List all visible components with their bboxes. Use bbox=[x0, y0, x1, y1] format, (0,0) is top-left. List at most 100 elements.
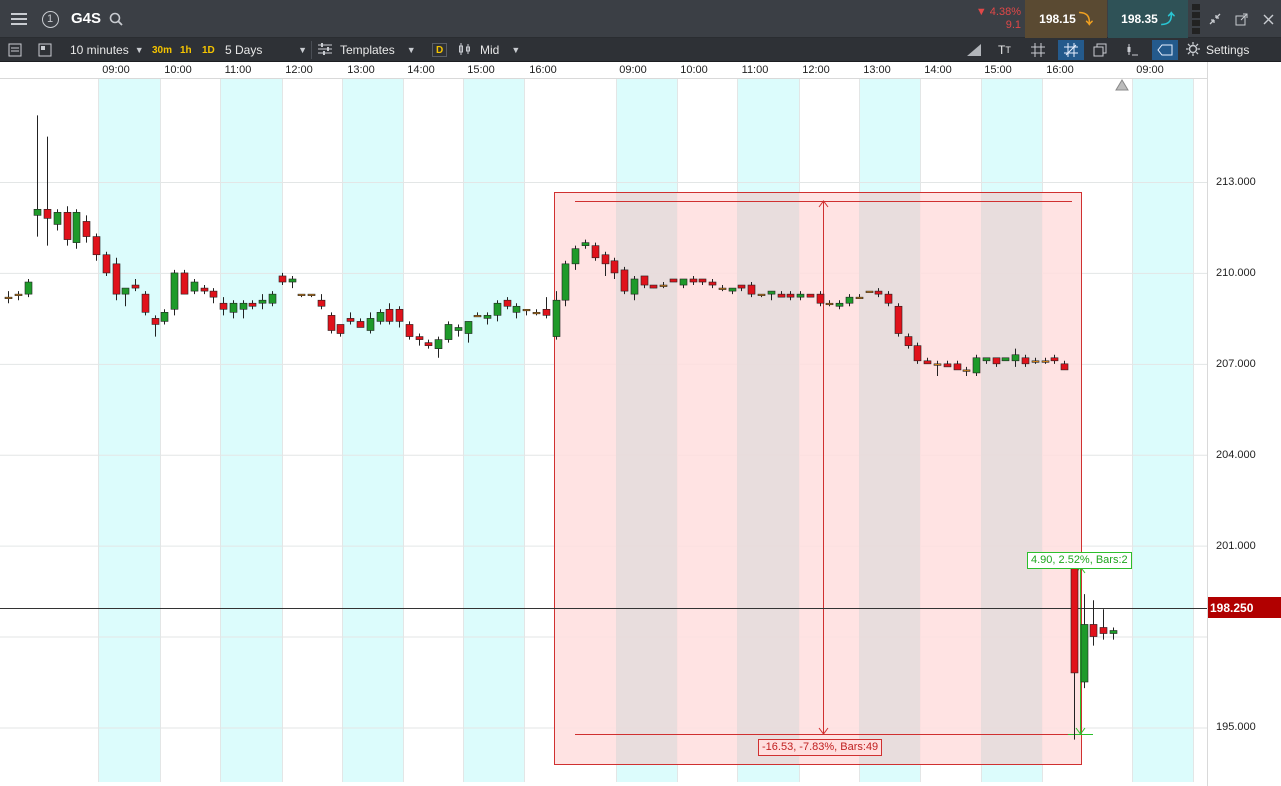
candle-body bbox=[180, 272, 189, 295]
candle-body bbox=[1089, 624, 1098, 637]
text-tool-icon[interactable]: TT bbox=[998, 38, 1011, 62]
price-axis[interactable]: 213.000 210.000 207.000 204.000 201.000 195.0… bbox=[1207, 62, 1281, 786]
candle-body bbox=[72, 212, 81, 243]
candle-body bbox=[1080, 624, 1089, 683]
candle-body bbox=[444, 324, 453, 340]
interval-select[interactable]: 10 minutes ▼ bbox=[70, 38, 144, 62]
candle-body bbox=[835, 302, 844, 307]
candle-body bbox=[806, 293, 815, 298]
candle-body bbox=[356, 321, 365, 328]
price-tick-label: 195.000 bbox=[1216, 721, 1256, 734]
session-marker-icon bbox=[1115, 79, 1129, 91]
candle-body bbox=[1031, 360, 1040, 363]
candle-body bbox=[845, 296, 854, 304]
time-tick-label: 12:00 bbox=[285, 64, 313, 76]
close-icon[interactable] bbox=[1257, 0, 1279, 38]
sell-price-button[interactable]: 198.15 ⤵ bbox=[1025, 0, 1107, 38]
price-mode-select[interactable]: Mid ▼ bbox=[458, 38, 520, 62]
candle-body bbox=[894, 305, 903, 334]
candle-body bbox=[649, 284, 658, 289]
candle-body bbox=[581, 242, 590, 246]
price-tick-label: 207.000 bbox=[1216, 357, 1256, 370]
candle-body bbox=[434, 339, 443, 349]
quick-30m-button[interactable]: 30m bbox=[150, 43, 174, 57]
hamburger-menu-icon[interactable] bbox=[6, 0, 32, 38]
d-button[interactable]: D bbox=[432, 43, 448, 57]
candle-body bbox=[972, 357, 981, 374]
candle-body bbox=[747, 284, 756, 295]
candle-body bbox=[884, 293, 893, 304]
candle-body bbox=[610, 260, 619, 274]
candle-body bbox=[160, 312, 169, 322]
time-tick-label: 14:00 bbox=[407, 64, 435, 76]
settings-button[interactable]: Settings bbox=[1186, 38, 1249, 62]
session-band bbox=[463, 79, 524, 782]
candle-body bbox=[679, 278, 688, 286]
time-axis[interactable]: 09:00 10:00 11:00 12:00 13:00 14:00 15:00 16:00… bbox=[0, 62, 1208, 79]
measure-down-label[interactable]: -16.53, -7.83%, Bars:49 bbox=[758, 739, 883, 756]
candle-body bbox=[591, 245, 600, 259]
candle-body bbox=[620, 269, 629, 292]
grid-icon[interactable] bbox=[1031, 38, 1045, 62]
candle-body bbox=[982, 357, 991, 362]
candle-body bbox=[170, 272, 179, 310]
candle-body bbox=[601, 254, 610, 265]
price-chart[interactable] bbox=[0, 0, 1208, 786]
buy-price-button[interactable]: 198.35 ⤴ bbox=[1108, 0, 1188, 38]
change-points: 9.1 bbox=[1005, 19, 1021, 31]
tag-icon[interactable] bbox=[1152, 40, 1178, 60]
popout-icon[interactable] bbox=[1230, 0, 1252, 38]
measure-up-label[interactable]: 4.90, 2.52%, Bars:2 bbox=[1027, 552, 1132, 569]
candle-body bbox=[962, 369, 971, 372]
candle-body bbox=[327, 315, 336, 331]
crosshair-grid-icon[interactable] bbox=[1058, 40, 1084, 60]
candle-body bbox=[532, 312, 541, 315]
quick-1d-button[interactable]: 1D bbox=[200, 43, 217, 57]
candle-body bbox=[698, 278, 707, 283]
range-select[interactable]: 5 Days ▼ bbox=[225, 38, 307, 62]
candle-body bbox=[767, 290, 776, 295]
candle-body bbox=[219, 302, 228, 310]
chevron-down-icon: ▼ bbox=[511, 45, 521, 55]
session-band bbox=[220, 79, 282, 782]
change-percent: ▼ 4.38% bbox=[975, 6, 1021, 18]
candle-body bbox=[1011, 354, 1020, 362]
measure-session-band bbox=[859, 193, 920, 764]
candle-body bbox=[708, 281, 717, 286]
instrument-symbol[interactable]: G4S bbox=[71, 10, 101, 27]
templates-menu[interactable]: Templates ▼ bbox=[318, 38, 416, 62]
trendline-icon[interactable] bbox=[966, 38, 982, 62]
sell-price: 198.15 bbox=[1039, 12, 1076, 26]
layout-icon[interactable] bbox=[38, 38, 52, 62]
candle-body bbox=[405, 324, 414, 337]
header-bar: 1 G4S ▼ 4.38% 9.1 198.15 ⤵ 198.35 ⤴ bbox=[0, 0, 1281, 38]
indicator-icon[interactable] bbox=[1125, 38, 1139, 62]
list-view-icon[interactable] bbox=[8, 38, 22, 62]
collapse-icon[interactable] bbox=[1204, 0, 1226, 38]
candle-body bbox=[268, 293, 277, 304]
candle-body bbox=[1060, 363, 1069, 371]
time-tick-label: 13:00 bbox=[347, 64, 375, 76]
candle-body bbox=[336, 324, 345, 334]
candle-body bbox=[63, 212, 72, 240]
chart-window: 1 G4S ▼ 4.38% 9.1 198.15 ⤵ 198.35 ⤴ 10 m… bbox=[0, 0, 1281, 786]
search-icon[interactable] bbox=[106, 0, 126, 38]
current-price-label: 198.250 bbox=[1208, 597, 1281, 618]
time-tick-label: 16:00 bbox=[529, 64, 557, 76]
candle-body bbox=[473, 315, 482, 318]
time-tick-label: 09:00 bbox=[619, 64, 647, 76]
candle-body bbox=[561, 263, 570, 301]
copy-icon[interactable] bbox=[1093, 38, 1107, 62]
templates-label: Templates bbox=[340, 43, 395, 57]
candle-body bbox=[825, 302, 834, 306]
time-tick-label: 13:00 bbox=[863, 64, 891, 76]
quick-1h-button[interactable]: 1h bbox=[178, 43, 194, 57]
candle-body bbox=[1001, 357, 1010, 362]
alert-count-icon[interactable]: 1 bbox=[38, 0, 62, 38]
arrow-up-icon: ⤴ bbox=[1160, 11, 1175, 27]
candle-body bbox=[1041, 360, 1050, 363]
sliders-icon bbox=[318, 42, 332, 58]
price-tick-label: 201.000 bbox=[1216, 539, 1256, 552]
chevron-down-icon: ▼ bbox=[298, 45, 307, 55]
candle-body bbox=[796, 293, 805, 298]
